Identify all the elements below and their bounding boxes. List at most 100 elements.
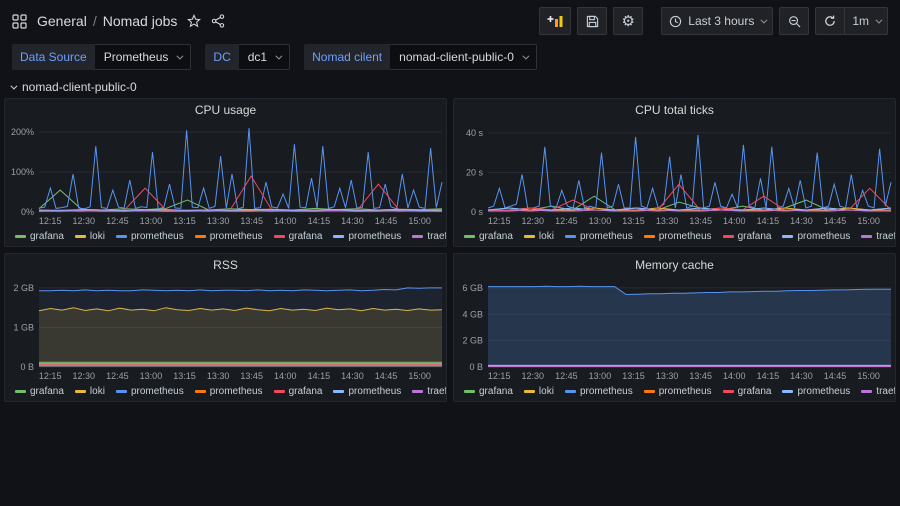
add-panel-button[interactable]: [539, 7, 571, 35]
legend-item-loki[interactable]: loki: [75, 231, 105, 242]
time-series-chart[interactable]: 0 B2 GB4 GB6 GB12:1512:3012:4513:0013:15…: [454, 274, 895, 382]
time-range-picker[interactable]: Last 3 hours: [661, 7, 773, 35]
series-name: prometheus: [580, 386, 633, 397]
series-name: prometheus: [797, 231, 850, 242]
series-color-swatch: [333, 235, 344, 238]
series-color-swatch: [412, 235, 423, 238]
legend-item-traefik[interactable]: traefik: [412, 231, 446, 242]
share-icon[interactable]: [211, 14, 225, 28]
legend-item-prometheus[interactable]: prometheus: [333, 386, 401, 397]
legend-item-prometheus[interactable]: prometheus: [195, 231, 263, 242]
series-color-swatch: [464, 390, 475, 393]
zoom-out-icon: [788, 15, 801, 28]
legend-item-prometheus[interactable]: prometheus: [116, 231, 184, 242]
legend-item-grafana[interactable]: grafana: [464, 231, 513, 242]
series-color-swatch: [565, 235, 576, 238]
dashboard-settings-button[interactable]: ⚙: [613, 7, 643, 35]
legend-item-prometheus[interactable]: prometheus: [782, 231, 850, 242]
svg-text:13:15: 13:15: [622, 371, 645, 381]
legend-item-loki[interactable]: loki: [524, 386, 554, 397]
legend-item-prometheus[interactable]: prometheus: [565, 231, 633, 242]
legend-item-prometheus[interactable]: prometheus: [644, 386, 712, 397]
series-color-swatch: [274, 235, 285, 238]
refresh-button[interactable]: [815, 7, 845, 35]
series-name: prometheus: [348, 231, 401, 242]
legend-item-traefik[interactable]: traefik: [861, 231, 895, 242]
refresh-button-group: 1m: [815, 7, 888, 35]
series-color-swatch: [524, 390, 535, 393]
svg-text:15:00: 15:00: [408, 216, 431, 226]
svg-text:14:15: 14:15: [308, 216, 331, 226]
legend-item-loki[interactable]: loki: [524, 231, 554, 242]
legend-item-prometheus[interactable]: prometheus: [116, 386, 184, 397]
variable-nomad-client: Nomad cilent nomad-client-public-0: [304, 44, 537, 70]
row-title: nomad-client-public-0: [22, 80, 137, 94]
svg-text:14:30: 14:30: [341, 216, 364, 226]
legend-item-traefik[interactable]: traefik: [412, 386, 446, 397]
save-dashboard-button[interactable]: [577, 7, 607, 35]
breadcrumb-dashboard[interactable]: Nomad jobs: [103, 13, 178, 29]
variable-value-picker[interactable]: nomad-client-public-0: [390, 44, 537, 70]
series-name: grafana: [738, 386, 772, 397]
variable-value-picker[interactable]: dc1: [239, 44, 290, 70]
legend-item-grafana[interactable]: grafana: [274, 231, 323, 242]
series-name: grafana: [289, 231, 323, 242]
panel-title[interactable]: RSS: [5, 254, 446, 274]
svg-text:13:00: 13:00: [140, 216, 163, 226]
dashboards-grid-icon[interactable]: [12, 14, 27, 29]
series-color-swatch: [75, 390, 86, 393]
legend-item-prometheus[interactable]: prometheus: [782, 386, 850, 397]
legend-item-grafana[interactable]: grafana: [15, 386, 64, 397]
clock-icon: [669, 15, 682, 28]
legend-item-prometheus[interactable]: prometheus: [565, 386, 633, 397]
series-name: grafana: [738, 231, 772, 242]
series-name: loki: [539, 386, 554, 397]
refresh-interval-label: 1m: [852, 14, 869, 28]
svg-text:14:15: 14:15: [308, 371, 331, 381]
svg-text:14:00: 14:00: [274, 216, 297, 226]
legend-item-prometheus[interactable]: prometheus: [644, 231, 712, 242]
legend-item-traefik[interactable]: traefik: [861, 386, 895, 397]
zoom-out-button[interactable]: [779, 7, 809, 35]
panel-title[interactable]: CPU usage: [5, 99, 446, 119]
dashboard-row-toggle[interactable]: nomad-client-public-0: [0, 78, 900, 98]
svg-text:13:00: 13:00: [589, 216, 612, 226]
svg-text:14:30: 14:30: [790, 371, 813, 381]
time-series-chart[interactable]: 0%100%200%12:1512:3012:4513:0013:1513:30…: [5, 119, 446, 227]
legend-item-prometheus[interactable]: prometheus: [195, 386, 263, 397]
variable-dc: DC dc1: [205, 44, 290, 70]
series-color-swatch: [524, 235, 535, 238]
svg-text:4 GB: 4 GB: [462, 309, 483, 319]
svg-text:0 s: 0 s: [471, 207, 484, 217]
time-series-chart[interactable]: 0 B1 GB2 GB12:1512:3012:4513:0013:1513:3…: [5, 274, 446, 382]
chevron-down-icon: [177, 52, 184, 59]
legend-item-grafana[interactable]: grafana: [15, 231, 64, 242]
dashboard-variables-bar: Data Source Prometheus DC dc1 Nomad cile…: [0, 42, 900, 78]
panel-legend: grafana loki prometheus prometheus grafana pr…: [5, 227, 446, 246]
svg-text:14:00: 14:00: [723, 371, 746, 381]
svg-text:13:45: 13:45: [689, 216, 712, 226]
panel-title[interactable]: Memory cache: [454, 254, 895, 274]
refresh-interval-picker[interactable]: 1m: [845, 7, 888, 35]
chevron-down-icon: [10, 82, 17, 89]
series-color-swatch: [333, 390, 344, 393]
legend-item-grafana[interactable]: grafana: [723, 231, 772, 242]
series-name: loki: [539, 231, 554, 242]
legend-item-loki[interactable]: loki: [75, 386, 105, 397]
svg-text:14:45: 14:45: [375, 216, 398, 226]
svg-text:15:00: 15:00: [857, 371, 880, 381]
svg-text:13:30: 13:30: [656, 371, 679, 381]
legend-item-prometheus[interactable]: prometheus: [333, 231, 401, 242]
legend-item-grafana[interactable]: grafana: [723, 386, 772, 397]
time-series-chart[interactable]: 0 s20 s40 s12:1512:3012:4513:0013:1513:3…: [454, 119, 895, 227]
panel-title[interactable]: CPU total ticks: [454, 99, 895, 119]
legend-item-grafana[interactable]: grafana: [464, 386, 513, 397]
legend-item-grafana[interactable]: grafana: [274, 386, 323, 397]
svg-text:12:15: 12:15: [39, 216, 62, 226]
chevron-down-icon: [761, 16, 768, 23]
star-icon[interactable]: [187, 14, 201, 28]
breadcrumb-folder[interactable]: General: [37, 13, 87, 29]
series-name: grafana: [479, 386, 513, 397]
variable-value-picker[interactable]: Prometheus: [95, 44, 192, 70]
svg-text:12:45: 12:45: [555, 371, 578, 381]
